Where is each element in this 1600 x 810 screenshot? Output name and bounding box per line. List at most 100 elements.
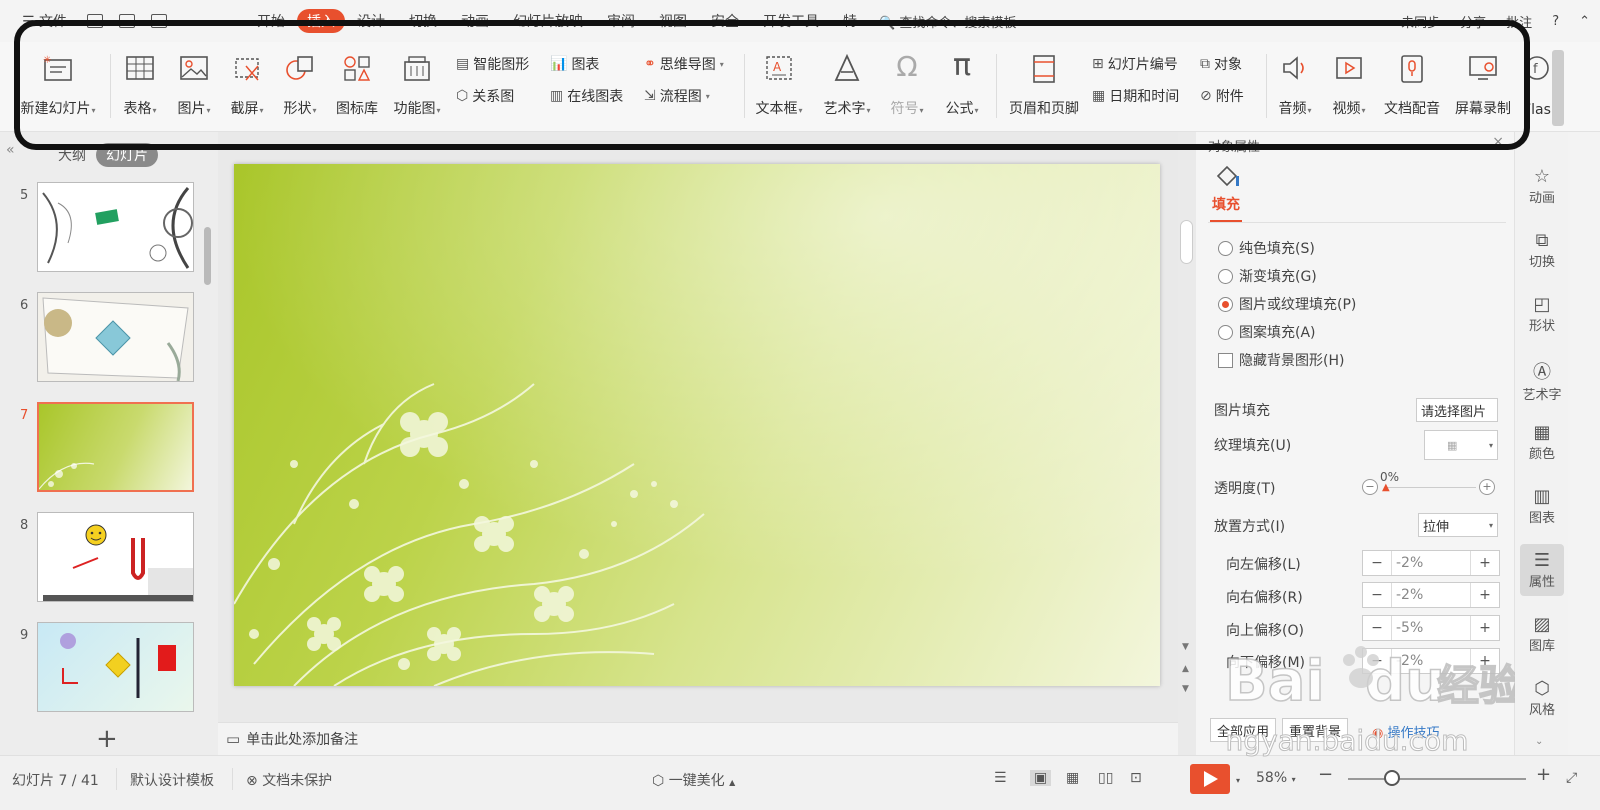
tab-transition[interactable]: 切换: [397, 11, 449, 31]
table-button[interactable]: 表格▾: [116, 48, 164, 124]
slide-sorter-icon[interactable]: ▦: [1066, 770, 1079, 786]
plus-icon[interactable]: +: [1471, 587, 1499, 603]
tab-slideshow[interactable]: 幻灯片放映: [501, 11, 595, 31]
transparency-slider[interactable]: [1386, 487, 1476, 488]
wordart-button[interactable]: 艺术字▾: [816, 48, 878, 124]
top-offset-value[interactable]: -5%: [1391, 616, 1471, 640]
document-protection[interactable]: ⊗ 文档未保护: [246, 770, 332, 790]
slide-thumbnail-6[interactable]: 6: [0, 292, 205, 384]
bottom-offset-stepper[interactable]: − -2% +: [1362, 648, 1500, 674]
header-footer-button[interactable]: 页眉和页脚: [1004, 48, 1084, 124]
side-properties[interactable]: ☰ 属性: [1520, 544, 1564, 596]
top-offset-stepper[interactable]: − -5% +: [1362, 615, 1500, 641]
audio-button[interactable]: 音频▾: [1272, 48, 1318, 124]
textbox-button[interactable]: A 文本框▾: [750, 48, 808, 124]
picture-fill-select[interactable]: 请选择图片: [1416, 398, 1498, 422]
tab-design[interactable]: 设计: [345, 11, 397, 31]
expand-strip-icon[interactable]: ⌄: [1535, 736, 1543, 747]
left-offset-value[interactable]: -2%: [1391, 551, 1471, 575]
mind-map-button[interactable]: ⚭ 思维导图 ▾: [644, 52, 724, 76]
tab-review[interactable]: 审阅: [595, 11, 647, 31]
save-icon[interactable]: [87, 14, 104, 28]
radio[interactable]: [1218, 324, 1233, 340]
fit-window-icon[interactable]: ⤢: [1566, 770, 1577, 786]
zoom-slider[interactable]: [1348, 778, 1526, 780]
normal-view-icon[interactable]: ▣: [1030, 770, 1052, 786]
tab-slides[interactable]: 幻灯片: [96, 143, 158, 167]
side-wordart[interactable]: Ⓐ 艺术字: [1515, 358, 1569, 403]
smart-art-button[interactable]: ▤ 智能图形: [456, 52, 529, 76]
screenshot-button[interactable]: 截屏▾: [224, 48, 270, 124]
presenter-view-icon[interactable]: ⊡: [1130, 770, 1142, 786]
object-button[interactable]: ⧉ 对象: [1200, 52, 1242, 76]
fill-tab[interactable]: 填充: [1212, 194, 1240, 214]
side-transition[interactable]: ⧉ 切换: [1515, 230, 1569, 270]
side-gallery[interactable]: ▨ 图库: [1515, 614, 1569, 654]
side-color[interactable]: ▦ 颜色: [1515, 422, 1569, 462]
tab-special[interactable]: 特: [831, 11, 869, 31]
doc-voice-button[interactable]: 文档配音: [1380, 48, 1444, 124]
chart-button[interactable]: 📊 图表: [550, 52, 599, 76]
print-icon[interactable]: [119, 14, 136, 28]
increase-transparency-button[interactable]: +: [1479, 479, 1495, 495]
placement-select[interactable]: 拉伸 ▾: [1418, 513, 1498, 537]
bottom-offset-value[interactable]: -2%: [1391, 649, 1471, 673]
canvas-scrollbar[interactable]: ▼ ▲ ▼: [1178, 132, 1196, 755]
symbol-button[interactable]: Ω 符号▾: [884, 48, 930, 124]
help-icon[interactable]: ?: [1542, 14, 1569, 29]
plus-icon[interactable]: +: [1471, 620, 1499, 636]
scroll-down-icon[interactable]: ▼: [1182, 642, 1189, 652]
slide-thumbnail-9[interactable]: 9: [0, 622, 205, 714]
video-button[interactable]: 视频▾: [1326, 48, 1372, 124]
side-chart[interactable]: ▥ 图表: [1515, 486, 1569, 526]
side-style[interactable]: ⬡ 风格: [1515, 678, 1569, 718]
reset-background-button[interactable]: 重置背景: [1282, 718, 1349, 742]
shape-button[interactable]: 形状▾: [276, 48, 324, 124]
radio[interactable]: [1218, 240, 1233, 256]
play-options-chevron-icon[interactable]: ▾: [1236, 776, 1240, 785]
new-slide-button[interactable]: ✳ 新建幻灯片▾: [16, 48, 100, 124]
side-animation[interactable]: ☆ 动画: [1515, 166, 1569, 206]
right-offset-stepper[interactable]: − -2% +: [1362, 582, 1500, 608]
side-shape[interactable]: ◰ 形状: [1515, 294, 1569, 334]
zoom-in-icon[interactable]: +: [1536, 764, 1551, 785]
ribbon-scroll-thumb[interactable]: [1552, 50, 1564, 126]
pattern-fill-option[interactable]: 图案填充(A): [1218, 322, 1316, 342]
tab-home[interactable]: 开始: [245, 11, 297, 31]
tab-security[interactable]: 安全: [699, 11, 751, 31]
slide-number-button[interactable]: ⊞ 幻灯片编号: [1092, 52, 1178, 76]
relation-chart-button[interactable]: ⬡ 关系图: [456, 84, 514, 108]
slide-thumbnail-7[interactable]: 7: [0, 402, 205, 494]
screen-record-button[interactable]: 屏幕录制: [1450, 48, 1516, 124]
minus-icon[interactable]: −: [1363, 620, 1391, 636]
formula-button[interactable]: π 公式▾: [938, 48, 986, 124]
zoom-out-icon[interactable]: −: [1318, 764, 1333, 785]
tab-view[interactable]: 视图: [647, 11, 699, 31]
canvas-scroll-thumb[interactable]: [1180, 220, 1193, 264]
close-icon[interactable]: ×: [1492, 134, 1504, 150]
plus-icon[interactable]: +: [1471, 653, 1499, 669]
zoom-level[interactable]: 58% ▾: [1256, 770, 1296, 786]
tab-outline[interactable]: 大纲: [48, 143, 96, 167]
sync-status[interactable]: 未同步: [1391, 12, 1450, 31]
picture-button[interactable]: 图片▾: [170, 48, 218, 124]
collapse-pane-icon[interactable]: «: [6, 142, 15, 158]
minus-icon[interactable]: −: [1363, 555, 1391, 571]
tab-developer[interactable]: 开发工具: [751, 11, 831, 31]
notes-area[interactable]: ▭ 单击此处添加备注: [218, 722, 1178, 755]
search-command[interactable]: 🔍 查找命令、搜索模板: [869, 12, 1026, 31]
flowchart-button[interactable]: ⇲ 流程图 ▾: [644, 84, 710, 108]
decrease-transparency-button[interactable]: −: [1362, 479, 1378, 495]
thumbnail-scrollbar[interactable]: [204, 227, 211, 285]
play-slideshow-button[interactable]: [1190, 764, 1230, 794]
tab-insert[interactable]: 插入: [297, 9, 346, 33]
gradient-fill-option[interactable]: 渐变填充(G): [1218, 266, 1317, 286]
undo-icon[interactable]: [151, 14, 168, 28]
attachment-button[interactable]: ⊘ 附件: [1200, 84, 1244, 108]
one-click-beautify[interactable]: ⬡ 一键美化 ▲: [652, 770, 735, 790]
slide-thumbnail-5[interactable]: 5: [0, 182, 205, 274]
flash-button[interactable]: f Flas: [1522, 48, 1552, 124]
online-chart-button[interactable]: ▥ 在线图表: [550, 84, 623, 108]
file-menu[interactable]: ☰ 文件: [0, 11, 79, 31]
radio[interactable]: [1218, 268, 1233, 284]
